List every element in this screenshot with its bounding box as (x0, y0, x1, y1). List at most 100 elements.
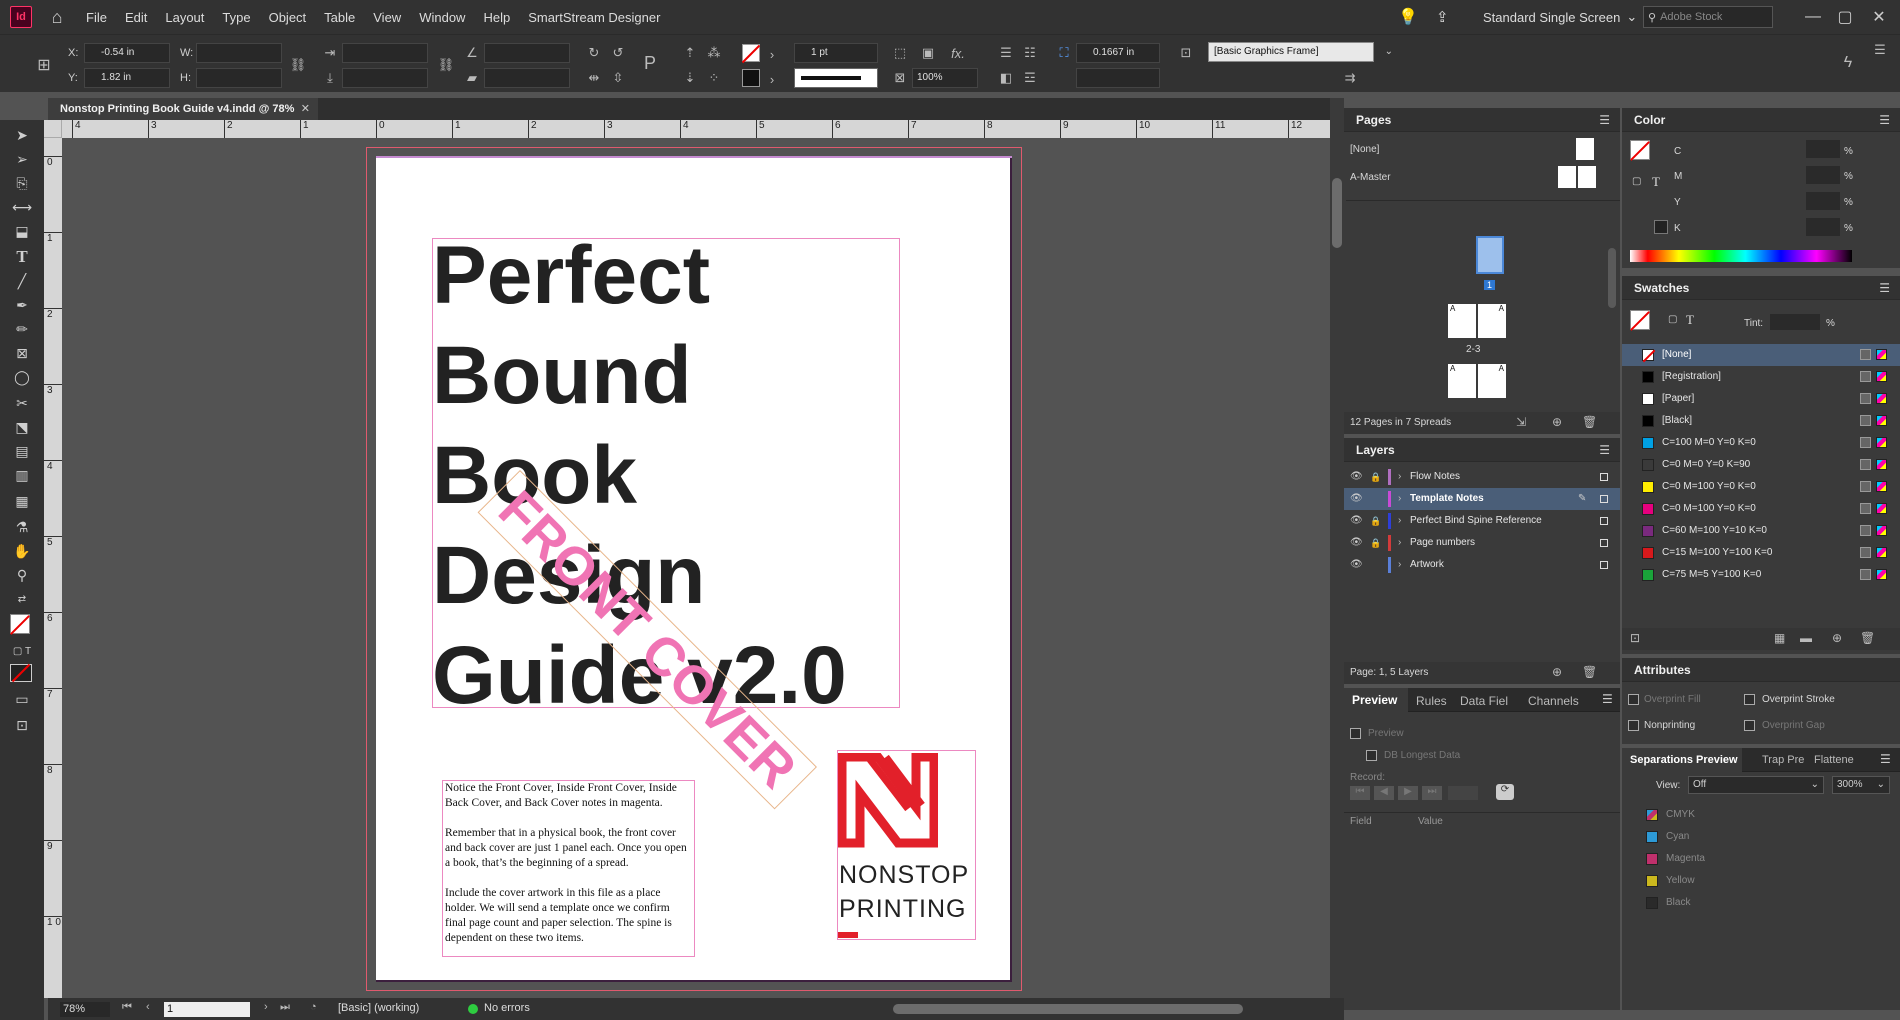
select-content-icon[interactable]: ⁂ (704, 43, 724, 63)
line-tool-icon[interactable]: ╱ (10, 270, 34, 292)
rotate-cw-icon[interactable]: ↻ (584, 43, 604, 63)
menu-help[interactable]: Help (483, 10, 510, 25)
none-master-thumb[interactable] (1576, 138, 1594, 160)
plate-row[interactable]: Cyan (1622, 826, 1900, 848)
menu-window[interactable]: Window (419, 10, 465, 25)
plate-row[interactable]: Yellow (1622, 870, 1900, 892)
panel-menu-icon[interactable]: ☰ (1880, 752, 1891, 766)
prev-page-icon[interactable]: ‹ (146, 1001, 150, 1013)
layer-select-box[interactable] (1600, 539, 1608, 547)
fill-none-swatch-icon[interactable] (741, 44, 761, 64)
a-master-right-thumb[interactable] (1578, 166, 1596, 188)
swatch-row[interactable]: [None] (1622, 344, 1900, 366)
menu-table[interactable]: Table (324, 10, 355, 25)
next-record-icon[interactable]: ▶ (1398, 786, 1418, 800)
layer-select-box[interactable] (1600, 473, 1608, 481)
swatch-row[interactable]: C=60 M=100 Y=10 K=0 (1622, 520, 1900, 542)
object-style-select[interactable]: [Basic Graphics Frame] ⌄ (1208, 42, 1393, 62)
frame-fitting-icon[interactable]: ⬚ (890, 43, 910, 63)
y-field[interactable]: 1.82 in (84, 68, 170, 88)
container-icon[interactable]: ▢ (1668, 314, 1677, 325)
chevron-right-icon[interactable]: › (1398, 554, 1401, 576)
stroke-weight-field[interactable]: 1 pt (794, 43, 878, 63)
page-4-thumb[interactable]: A (1448, 364, 1476, 398)
page-1-thumb[interactable] (1476, 236, 1504, 274)
constrain-proportions-icon[interactable]: ⛓ (288, 55, 308, 75)
last-page-icon[interactable]: ⏭ (280, 1001, 290, 1014)
document-tab[interactable]: Nonstop Printing Book Guide v4.indd @ 78… (48, 98, 318, 120)
stroke-swatch-icon[interactable] (742, 69, 760, 87)
view-select[interactable]: Off ⌄ (1688, 776, 1824, 794)
gradient-feather-tool-icon[interactable]: ▥ (10, 464, 34, 486)
preflight-profile[interactable]: [Basic] (working) (338, 1002, 419, 1014)
quick-apply-icon[interactable]: ⇉ (1340, 68, 1360, 88)
menu-view[interactable]: View (373, 10, 401, 25)
eye-icon[interactable]: 👁 (1350, 466, 1363, 488)
gap-tool-icon[interactable]: ⟷ (10, 196, 34, 218)
select-previous-icon[interactable]: ⇣ (680, 68, 700, 88)
color-spectrum-ramp[interactable] (1630, 250, 1852, 262)
preflight-status[interactable]: No errors (484, 1002, 530, 1014)
pages-panel-header[interactable]: Pages ☰ (1344, 108, 1620, 132)
new-page-icon[interactable]: ⊕ (1552, 415, 1562, 429)
note-tool-icon[interactable]: ▦ (10, 490, 34, 512)
chevron-right-icon[interactable]: › (1398, 532, 1401, 554)
tab-trap-presets[interactable]: Trap Pre (1762, 754, 1804, 766)
new-swatch-icon[interactable]: ⊕ (1832, 631, 1842, 645)
swatch-views-icon[interactable]: ▦ (1774, 631, 1785, 645)
direct-selection-tool-icon[interactable]: ➢ (10, 148, 34, 170)
adobe-stock-search[interactable]: ⚲ Adobe Stock (1643, 6, 1773, 28)
overprint-stroke-checkbox[interactable] (1744, 694, 1755, 705)
text-wrap-bounding-icon[interactable]: ☷ (1020, 43, 1040, 63)
new-layer-icon[interactable]: ⊕ (1552, 665, 1562, 679)
delete-layer-icon[interactable]: 🗑 (1582, 665, 1597, 679)
effects-fx-icon[interactable]: fx. (948, 43, 968, 63)
fill-dropdown-icon[interactable]: › (762, 44, 782, 64)
select-next-icon[interactable]: ⁘ (704, 68, 724, 88)
shear-field[interactable] (484, 68, 570, 88)
panel-menu-icon[interactable]: ☰ (1599, 438, 1610, 462)
chevron-right-icon[interactable]: › (1398, 510, 1401, 532)
first-page-icon[interactable]: ⏮ (122, 1001, 132, 1014)
panel-menu-icon[interactable]: ☰ (1870, 40, 1890, 60)
swatch-row[interactable]: C=75 M=5 Y=100 K=0 (1622, 564, 1900, 586)
share-icon[interactable]: ⇪ (1436, 6, 1449, 28)
layer-select-box[interactable] (1600, 561, 1608, 569)
lock-icon[interactable]: 🔒 (1370, 466, 1381, 488)
vertical-scroll-thumb[interactable] (1332, 178, 1342, 248)
stroke-dropdown-icon[interactable]: › (762, 69, 782, 89)
channel-m-field[interactable] (1806, 166, 1840, 184)
separation-zoom-select[interactable]: 300% ⌄ (1832, 776, 1890, 794)
fill-swatch-icon[interactable] (10, 614, 30, 635)
edit-page-size-icon[interactable]: ⇲ (1516, 415, 1526, 429)
pen-tool-icon[interactable]: ✒ (10, 294, 34, 316)
nonprinting-checkbox[interactable] (1628, 720, 1639, 731)
apply-none-icon[interactable] (10, 663, 32, 683)
distribute-icon[interactable]: ☲ (1020, 68, 1040, 88)
menu-layout[interactable]: Layout (165, 10, 204, 25)
eye-icon[interactable]: 👁 (1350, 554, 1363, 576)
scissors-tool-icon[interactable]: ✂ (10, 392, 34, 414)
attributes-panel-header[interactable]: Attributes (1622, 658, 1900, 682)
panel-menu-icon[interactable]: ☰ (1879, 108, 1890, 132)
eye-icon[interactable]: 👁 (1350, 510, 1363, 532)
channel-c-field[interactable] (1806, 140, 1840, 158)
rotate-field[interactable] (484, 43, 570, 63)
tab-flattener[interactable]: Flattene (1814, 754, 1854, 766)
swatch-row[interactable]: [Paper] (1622, 388, 1900, 410)
tab-preview[interactable]: Preview (1344, 688, 1408, 712)
zoom-tool-icon[interactable]: ⚲ (10, 564, 34, 586)
notes-text-frame[interactable]: Notice the Front Cover, Inside Front Cov… (442, 780, 695, 957)
stroke-type-select[interactable] (794, 68, 878, 88)
a-master-left-thumb[interactable] (1558, 166, 1576, 188)
eyedropper-tool-icon[interactable]: ⚗ (10, 516, 34, 538)
layer-row[interactable]: 👁 › Artwork (1344, 554, 1620, 576)
content-collector-icon[interactable]: ⬓ (10, 220, 34, 242)
ruler-origin[interactable] (44, 120, 62, 138)
hand-tool-icon[interactable]: ✋ (10, 540, 34, 562)
lightbulb-icon[interactable]: 💡 (1398, 6, 1418, 28)
layer-select-box[interactable] (1600, 495, 1608, 503)
drop-shadow-icon[interactable]: ▣ (918, 43, 938, 63)
type-tool-icon[interactable]: T (10, 246, 34, 268)
close-icon[interactable]: ✕ (1856, 0, 1900, 34)
